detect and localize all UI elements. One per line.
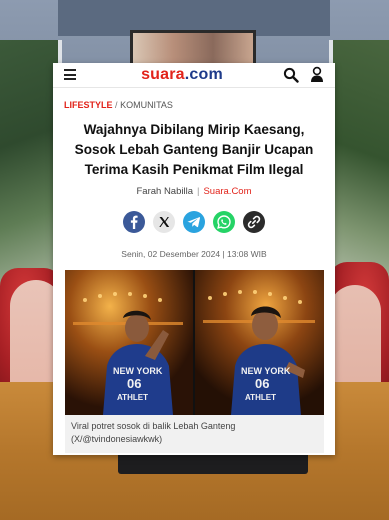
- whatsapp-icon: [217, 215, 231, 229]
- lebah-ganteng-photo: NEW YORK 06 ATHLET NEW YORK 06 ATHLET: [65, 270, 324, 415]
- copy-link-button[interactable]: [243, 211, 265, 233]
- right-window: [329, 40, 389, 290]
- logo-part-2: .com: [184, 66, 223, 83]
- caption-line: Viral potret sosok di balik Lebah Ganten…: [71, 421, 236, 431]
- hamburger-icon[interactable]: [64, 69, 76, 80]
- headline-line: Terima Kasih Penikmat Film Ilegal: [84, 162, 304, 177]
- headline-line: Wajahnya Dibilang Mirip Kaesang,: [83, 122, 305, 137]
- site-logo[interactable]: suara.com: [122, 63, 242, 87]
- publish-date: Senin, 02 Desember 2024 | 13:08 WIB: [121, 249, 267, 259]
- right-person: [329, 285, 381, 395]
- article-byline: Farah Nabilla | Suara.Com: [53, 186, 335, 197]
- telegram-icon: [187, 217, 201, 228]
- article-source[interactable]: Suara.Com: [203, 186, 251, 197]
- logo-part-1: suara: [141, 66, 185, 83]
- svg-text:NEW YORK: NEW YORK: [241, 366, 291, 376]
- svg-text:06: 06: [127, 376, 141, 391]
- telegram-share-button[interactable]: [183, 211, 205, 233]
- x-share-button[interactable]: [153, 211, 175, 233]
- photo-caption: Viral potret sosok di balik Lebah Ganten…: [71, 420, 319, 446]
- svg-text:ATHLET: ATHLET: [245, 393, 276, 402]
- link-icon: [247, 215, 261, 229]
- news-screenshot: suara.com LIFESTYLE / KOMUNITAS Wajahnya…: [53, 63, 335, 455]
- byline-separator: |: [196, 186, 200, 197]
- headline-line: Sosok Lebah Ganteng Banjir Ucapan: [74, 142, 314, 157]
- breadcrumb-category[interactable]: LIFESTYLE: [64, 100, 113, 110]
- photo-caption-box: Viral potret sosok di balik Lebah Ganten…: [65, 415, 324, 453]
- svg-text:06: 06: [255, 376, 269, 391]
- share-buttons: [123, 211, 265, 233]
- facebook-icon: [130, 215, 138, 229]
- x-icon: [159, 217, 170, 227]
- breadcrumb-subcategory[interactable]: KOMUNITAS: [120, 100, 173, 110]
- svg-text:NEW YORK: NEW YORK: [113, 366, 163, 376]
- article-headline: Wajahnya Dibilang Mirip Kaesang, Sosok L…: [63, 120, 325, 180]
- breadcrumb-separator: /: [115, 100, 118, 110]
- search-icon[interactable]: [283, 67, 299, 83]
- caption-line: (X/@tvindonesiawkwk): [71, 434, 163, 444]
- user-icon[interactable]: [309, 66, 325, 84]
- whatsapp-share-button[interactable]: [213, 211, 235, 233]
- svg-text:ATHLET: ATHLET: [117, 393, 148, 402]
- author-name[interactable]: Farah Nabilla: [136, 186, 193, 197]
- facebook-share-button[interactable]: [123, 211, 145, 233]
- breadcrumb: LIFESTYLE / KOMUNITAS: [64, 100, 173, 110]
- article-photo[interactable]: NEW YORK 06 ATHLET NEW YORK 06 ATHLET: [65, 270, 324, 415]
- top-navbar: suara.com: [53, 63, 335, 88]
